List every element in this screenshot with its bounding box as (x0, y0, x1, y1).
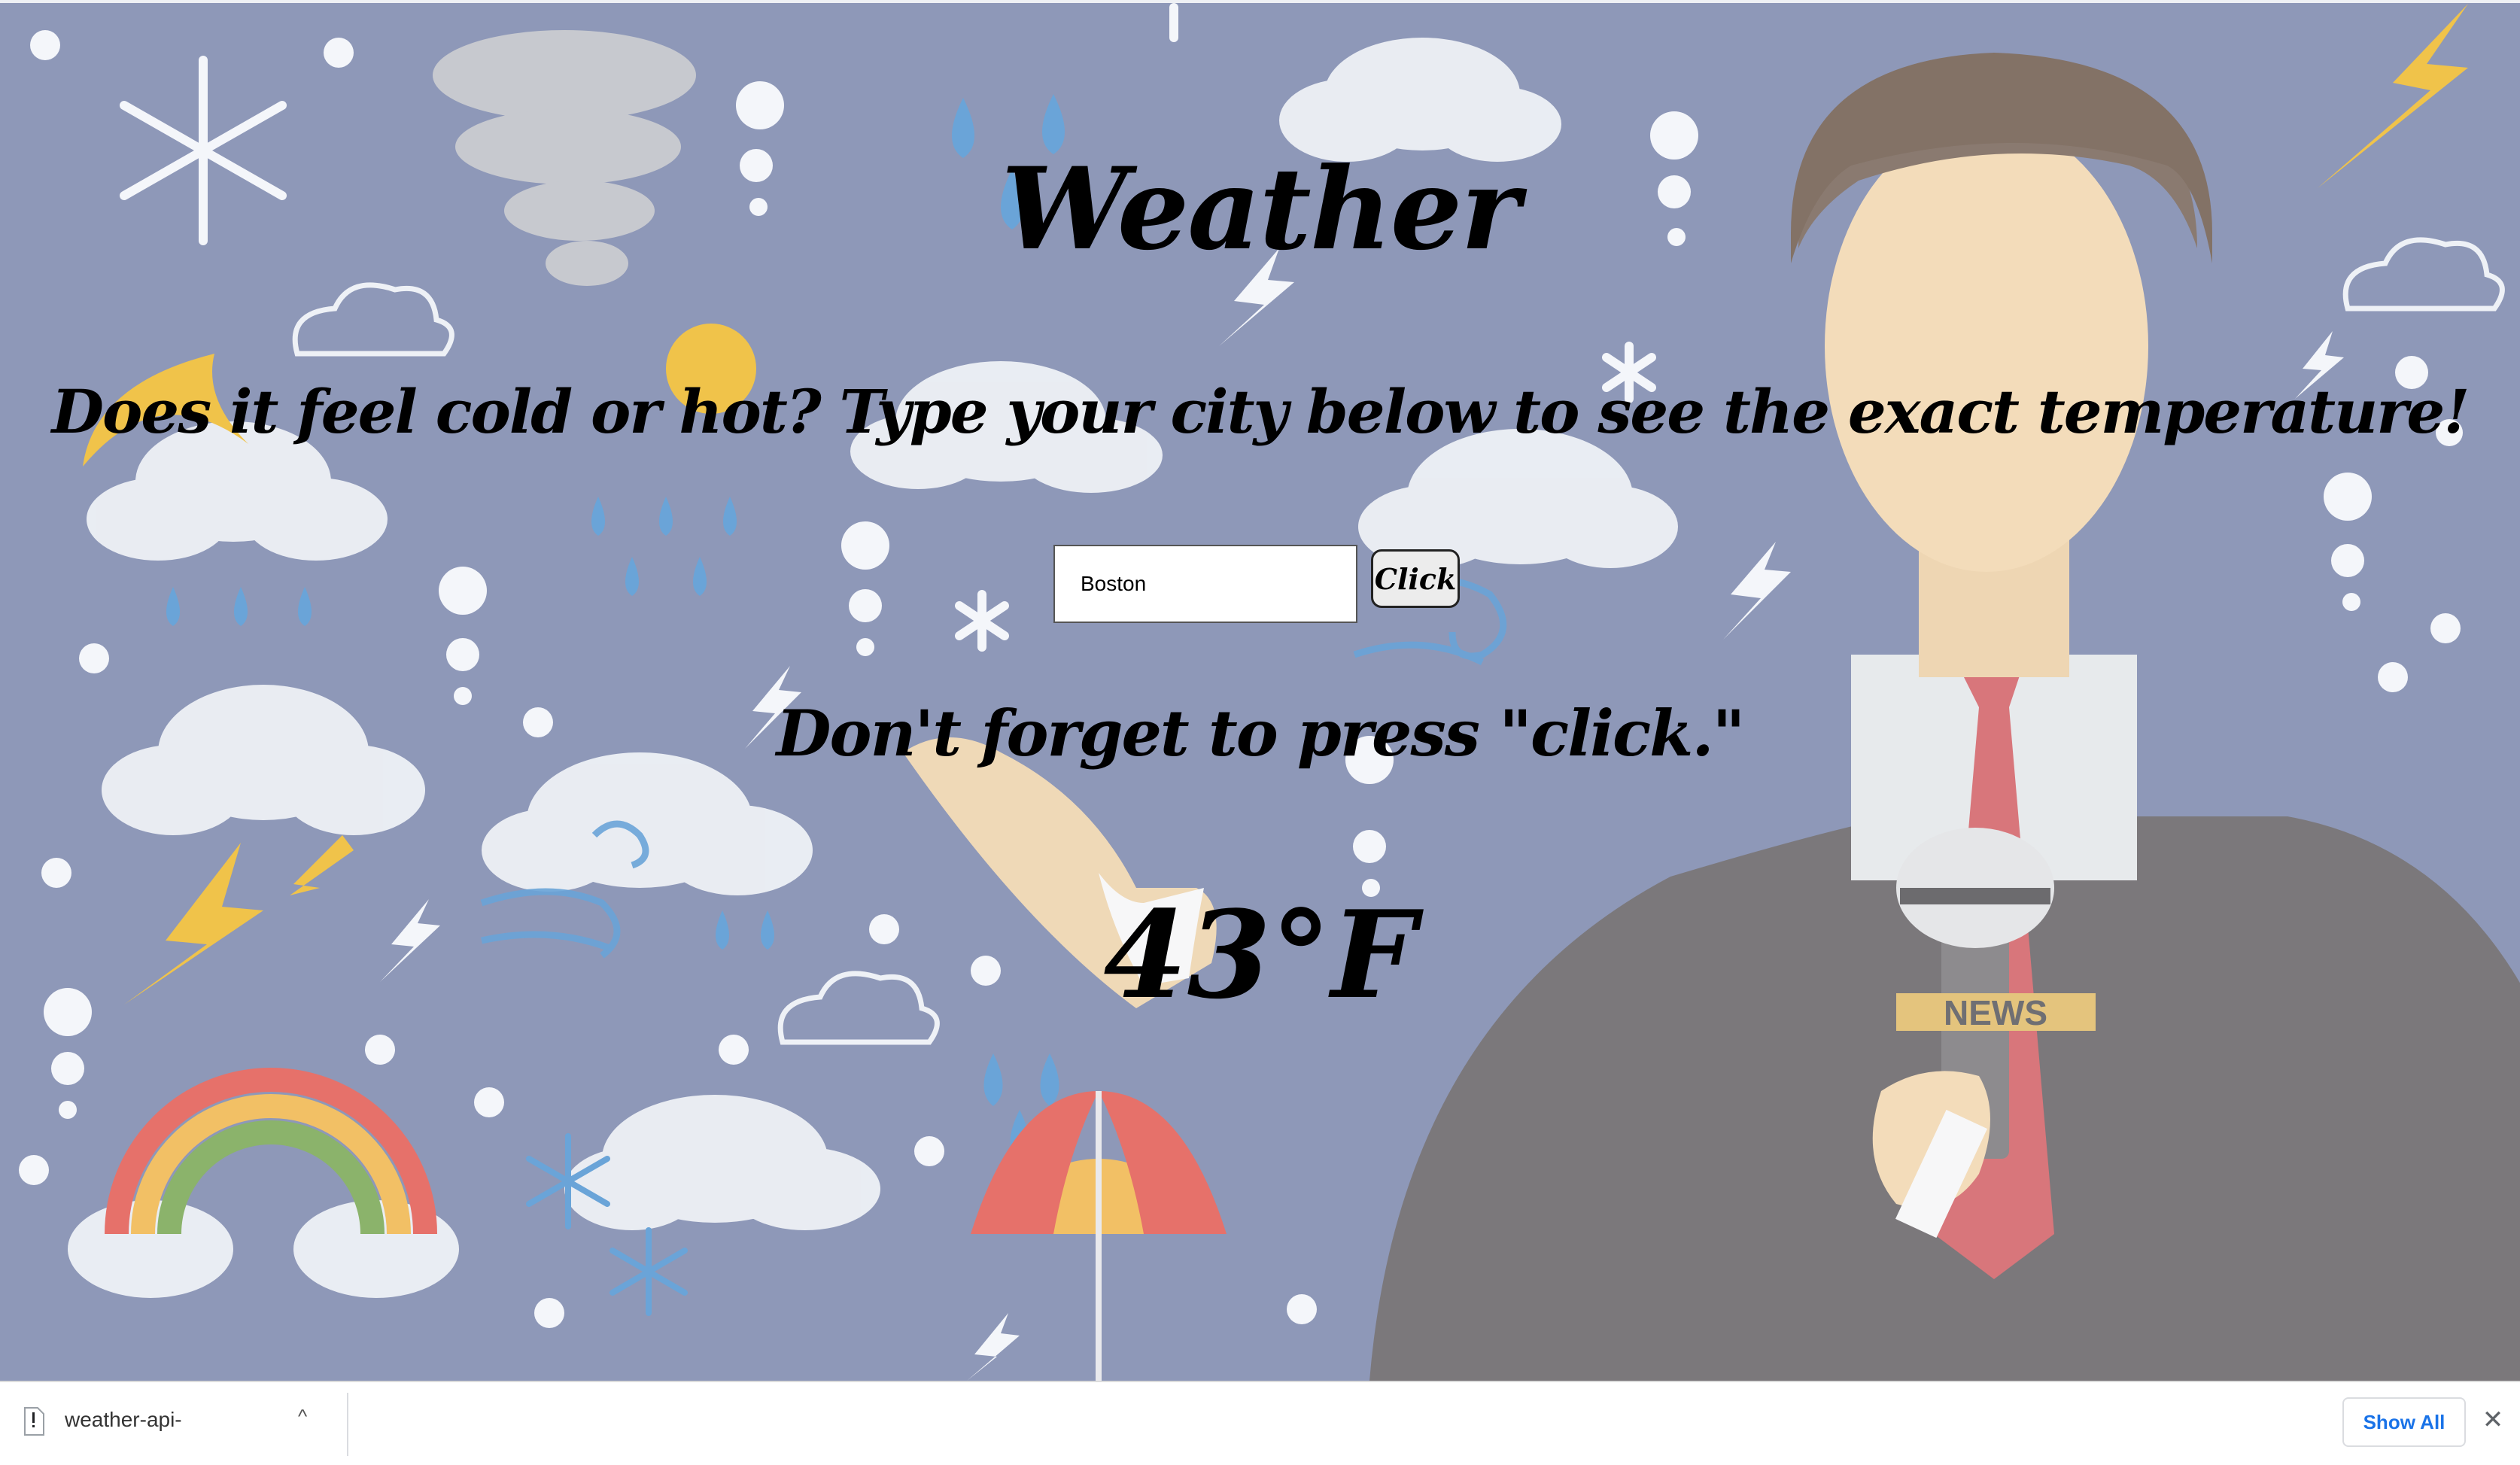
page-title: Weather (1001, 143, 1521, 275)
click-button[interactable]: Click (1371, 549, 1460, 608)
weather-page: NEWS Weather Does it feel cold or hot? T… (0, 0, 2520, 1381)
snowflake-icon (609, 1227, 688, 1316)
city-input[interactable] (1053, 545, 1357, 623)
raindrop-icon (234, 587, 248, 626)
raindrop-icon (166, 587, 180, 626)
cloud-icon (482, 752, 813, 895)
show-all-button[interactable]: Show All (2342, 1397, 2466, 1447)
raindrop-icon (591, 497, 605, 536)
temperature-readout: 43°F (1103, 884, 1417, 1026)
chevron-up-icon[interactable]: ^ (298, 1405, 307, 1428)
cloud-icon (1358, 429, 1678, 568)
file-icon (24, 1407, 44, 1436)
raindrop-icon (625, 557, 639, 596)
wind-icon (1353, 641, 1485, 666)
raindrop-icon (659, 497, 673, 536)
close-icon[interactable]: ✕ (2480, 1402, 2506, 1438)
cloud-icon (564, 1095, 880, 1230)
reminder-text: Don't forget to press "click." (776, 696, 1746, 770)
download-bar: weather-api- ^ Show All ✕ (0, 1381, 2520, 1465)
cloud-outline-icon (292, 282, 454, 357)
lightning-bolt-icon (967, 1313, 1020, 1381)
rainbow-icon (105, 1068, 437, 1235)
raindrop-icon (1040, 1053, 1059, 1106)
raindrop-icon (723, 497, 737, 536)
download-item-divider (347, 1393, 348, 1456)
raindrop-icon (983, 1053, 1003, 1106)
lightning-bolt-icon (1723, 542, 1791, 640)
raindrop-icon (693, 557, 707, 596)
page-subtitle: Does it feel cold or hot? Type your city… (51, 376, 2470, 447)
download-file-name[interactable]: weather-api- (65, 1408, 182, 1432)
snowflake-icon (955, 590, 1009, 652)
raindrop-icon (298, 587, 312, 626)
